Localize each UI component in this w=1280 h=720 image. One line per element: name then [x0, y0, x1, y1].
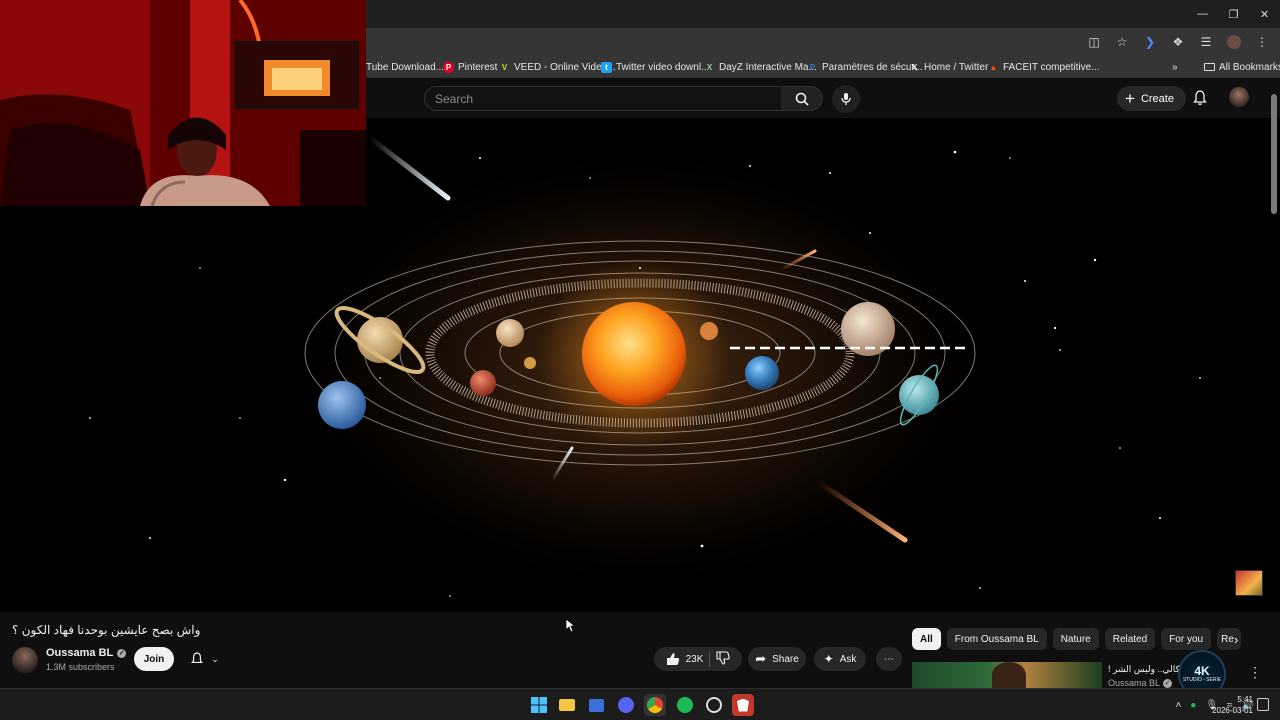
- bookmark-item[interactable]: P Pinterest: [443, 59, 497, 75]
- extensions-puzzle-icon[interactable]: ❖: [1166, 30, 1190, 54]
- all-bookmarks-folder[interactable]: All Bookmarks: [1204, 59, 1280, 75]
- bell-icon: [191, 652, 204, 664]
- webcam-overlay: [0, 0, 366, 206]
- search-input[interactable]: Search: [424, 86, 782, 111]
- channel-avatar[interactable]: [12, 647, 38, 673]
- restore-icon[interactable]: ❐: [1218, 0, 1249, 28]
- share-button[interactable]: ➦ Share: [748, 647, 806, 671]
- thumbs-up-icon: [666, 653, 679, 665]
- channel-watermark[interactable]: [1235, 570, 1263, 596]
- dislike-button[interactable]: [716, 650, 731, 668]
- window-controls: — ❐ ✕: [1187, 0, 1280, 28]
- ask-button[interactable]: ✦ Ask: [814, 647, 866, 671]
- bookmark-item[interactable]: P Paramètres de sécur...: [807, 59, 923, 75]
- account-avatar[interactable]: [1229, 87, 1249, 107]
- subscription-bell-button[interactable]: ⌄: [183, 647, 227, 671]
- extension-audio-icon[interactable]: ❯: [1138, 30, 1162, 54]
- dayz-icon: X: [706, 62, 713, 72]
- bookmark-item[interactable]: 𝕏 Home / Twitter: [909, 59, 988, 75]
- join-button[interactable]: Join: [134, 647, 174, 671]
- chip-from-channel[interactable]: From Oussama BL: [946, 628, 1047, 650]
- twitter-downloader-icon: t: [601, 61, 612, 73]
- taskbar-clock[interactable]: 5:41 2026-03-01: [1207, 694, 1253, 716]
- notification-center-icon[interactable]: [1257, 698, 1269, 711]
- search-button[interactable]: [781, 86, 823, 111]
- thumbnail-face: [992, 662, 1026, 688]
- chevron-right-icon[interactable]: ›: [1234, 632, 1238, 647]
- mouse-cursor-icon: [566, 619, 576, 633]
- faceit-icon: ▲: [989, 62, 998, 72]
- recommended-video-channel: Oussama BL ✓: [1108, 678, 1173, 688]
- video-details: واش بصح عايشين بوحدنا فهاد الكون ؟ Oussa…: [0, 612, 1280, 688]
- subscriber-count: 1.3M subscribers: [46, 662, 115, 672]
- tray-overflow-icon[interactable]: ˄: [1175, 700, 1181, 711]
- bookmarks-overflow-icon[interactable]: »: [1172, 59, 1178, 75]
- media-controls-icon[interactable]: ☰: [1194, 30, 1218, 54]
- windows-taskbar: ˄ ● 🎙 ≈ 🔊 5:41 2026-03-01: [0, 688, 1280, 720]
- spotify-icon[interactable]: [674, 694, 696, 716]
- verified-icon: ✓: [1163, 678, 1173, 688]
- more-actions-button[interactable]: ⋯: [876, 647, 902, 671]
- share-icon: ➦: [755, 651, 767, 666]
- verified-icon: ✓: [117, 648, 127, 658]
- windows-start-icon[interactable]: [528, 694, 550, 716]
- chevron-down-icon: ⌄: [211, 653, 219, 664]
- voice-search-button[interactable]: [832, 85, 860, 113]
- chrome-icon[interactable]: [644, 694, 666, 716]
- x-icon: 𝕏: [911, 62, 918, 72]
- chip-for-you[interactable]: For you: [1161, 628, 1212, 650]
- create-button[interactable]: + Create: [1117, 86, 1186, 111]
- browser-menu-icon[interactable]: ⋮: [1250, 30, 1274, 54]
- close-icon[interactable]: ✕: [1249, 0, 1280, 28]
- chip-nature[interactable]: Nature: [1052, 628, 1099, 650]
- chip-related[interactable]: Related: [1104, 628, 1156, 650]
- microsoft-store-icon[interactable]: [585, 694, 607, 716]
- more-vertical-icon[interactable]: ⋮: [1248, 664, 1262, 681]
- bookmark-item[interactable]: ▲ FACEIT competitive...: [988, 59, 1100, 75]
- chip-all[interactable]: All: [912, 628, 941, 650]
- thumbs-down-icon: [716, 650, 731, 665]
- file-explorer-icon[interactable]: [556, 694, 578, 716]
- pinterest-icon: P: [443, 61, 454, 73]
- paypal-icon: P: [809, 62, 816, 72]
- veed-icon: V: [501, 62, 508, 72]
- microphone-icon: [841, 93, 851, 105]
- recommended-video-thumbnail[interactable]: [912, 662, 1102, 688]
- search-icon: [795, 92, 809, 106]
- brave-icon[interactable]: [732, 694, 754, 716]
- notifications-button[interactable]: [1190, 88, 1210, 108]
- like-dislike-group: 23K: [654, 647, 742, 671]
- plus-icon: +: [1125, 89, 1135, 108]
- bookmark-item[interactable]: V VEED - Online Video...: [499, 59, 616, 75]
- webcam-feed: [0, 0, 366, 206]
- tray-app-icon[interactable]: ●: [1190, 700, 1196, 711]
- bell-icon: [1193, 90, 1207, 106]
- bookmark-item[interactable]: Tube Download...: [366, 59, 444, 75]
- install-app-icon[interactable]: ◫: [1082, 30, 1106, 54]
- recommendation-filter-chips: All From Oussama BL Nature Related For y…: [912, 628, 1242, 650]
- video-title: واش بصح عايشين بوحدنا فهاد الكون ؟: [12, 623, 201, 637]
- like-divider: [709, 651, 711, 667]
- scrollbar-thumb[interactable]: [1271, 94, 1277, 214]
- bookmark-item[interactable]: t Twitter video downl...: [601, 59, 709, 75]
- discord-icon[interactable]: [615, 694, 637, 716]
- obs-icon[interactable]: [703, 694, 725, 716]
- minimize-icon[interactable]: —: [1187, 0, 1218, 28]
- bookmark-item[interactable]: X DayZ Interactive Ma...: [704, 59, 817, 75]
- bookmark-star-icon[interactable]: ☆: [1110, 30, 1134, 54]
- page-scrollbar[interactable]: [1271, 80, 1277, 685]
- more-horizontal-icon: ⋯: [884, 653, 894, 665]
- folder-icon: [1204, 63, 1215, 71]
- channel-name[interactable]: Oussama BL ✓: [46, 647, 127, 659]
- like-button[interactable]: 23K: [666, 652, 703, 666]
- sparkle-icon: ✦: [823, 652, 834, 666]
- profile-avatar-icon[interactable]: [1222, 30, 1246, 54]
